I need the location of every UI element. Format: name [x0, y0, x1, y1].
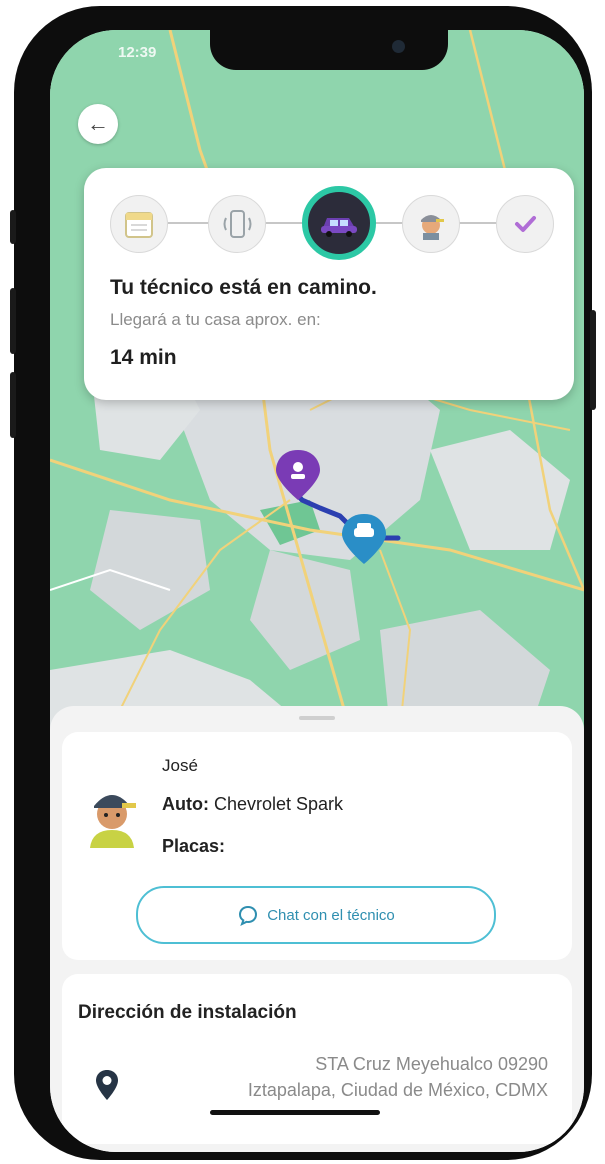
calendar-icon: [125, 212, 153, 238]
chat-button[interactable]: Chat con el técnico: [136, 886, 496, 944]
volume-down-button: [10, 372, 16, 438]
mute-switch: [10, 210, 16, 244]
chat-button-label: Chat con el técnico: [267, 906, 395, 924]
step-schedule: [110, 195, 168, 253]
chat-bubble-icon: [239, 905, 258, 926]
technician-icon: [421, 215, 444, 240]
camera-icon: [392, 40, 405, 53]
app-screen: 12:39 ← Tu técnico está en camino. Llega…: [50, 30, 584, 1152]
home-indicator[interactable]: [210, 1110, 380, 1115]
location-pin-icon: [96, 1070, 118, 1100]
back-button[interactable]: ←: [78, 104, 118, 144]
phone-vibrate-icon: [223, 210, 252, 238]
eta-value: 14 min: [110, 346, 177, 369]
step-connector: [168, 222, 212, 224]
step-confirm: [208, 195, 266, 253]
step-connector: [262, 222, 306, 224]
address-card: Dirección de instalación STA Cruz Meyehu…: [62, 974, 572, 1144]
step-arrived: [402, 195, 460, 253]
arrow-left-icon: ←: [87, 111, 109, 136]
status-title: Tu técnico está en camino.: [110, 276, 377, 299]
phone-notch: [210, 30, 448, 70]
vehicle-info: Auto: Chevrolet Spark: [162, 794, 343, 815]
step-connector: [456, 222, 496, 224]
power-button: [590, 310, 596, 410]
address-line-2: Iztapalapa, Ciudad de México, CDMX: [247, 1080, 548, 1100]
technician-name: José: [162, 756, 198, 775]
volume-up-button: [10, 288, 16, 354]
technician-card: José Auto: Chevrolet Spark Placas: Chat …: [62, 732, 572, 960]
address-line-1: STA Cruz Meyehualco 09290: [315, 1054, 548, 1074]
plates-label: Placas:: [162, 836, 226, 856]
step-completed: [496, 195, 554, 253]
status-subtitle: Llegará a tu casa aprox. en:: [110, 310, 321, 329]
bottom-sheet[interactable]: José Auto: Chevrolet Spark Placas: Chat …: [50, 706, 584, 1152]
phone-frame: 12:39 ← Tu técnico está en camino. Llega…: [14, 6, 592, 1160]
step-on-the-way: [302, 186, 376, 260]
technician-avatar: [90, 795, 136, 848]
status-time: 12:39: [118, 44, 157, 61]
car-icon: [321, 218, 357, 237]
sheet-grabber[interactable]: [299, 716, 335, 720]
progress-steps: [110, 186, 560, 260]
vehicle-value: Chevrolet Spark: [208, 794, 344, 814]
vehicle-label: Auto:: [162, 794, 209, 814]
status-card: Tu técnico está en camino. Llegará a tu …: [84, 168, 574, 400]
check-icon: [515, 216, 536, 232]
address-title: Dirección de instalación: [78, 1002, 297, 1023]
